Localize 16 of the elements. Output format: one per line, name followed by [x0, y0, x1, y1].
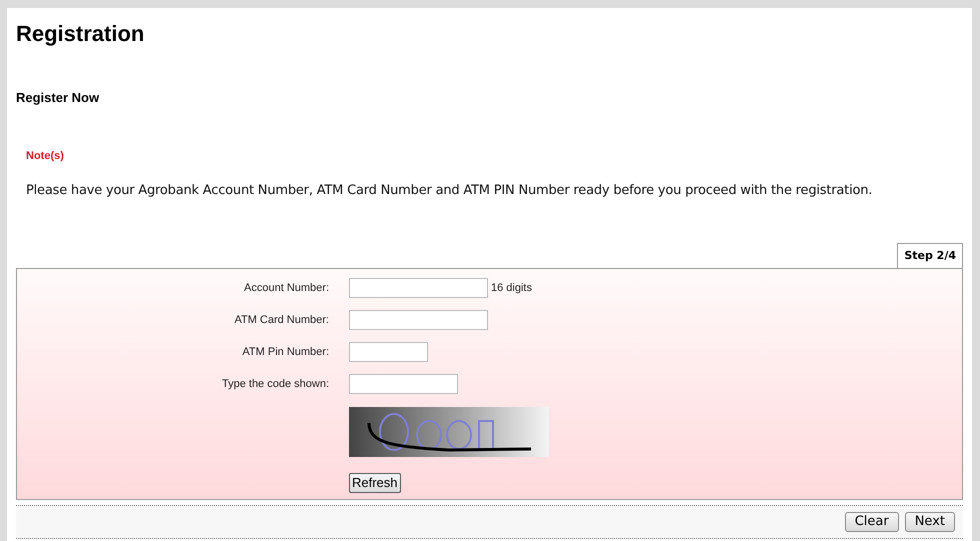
refresh-button[interactable]: Refresh — [349, 473, 401, 493]
field-label: Type the code shown: — [220, 376, 329, 392]
page-title: Registration — [16, 20, 144, 48]
form-button[interactable]: Next — [904, 512, 955, 532]
field-label: ATM Pin Number: — [241, 344, 329, 360]
input-field[interactable] — [349, 310, 488, 330]
input-field[interactable] — [349, 374, 458, 394]
field-hint: 16 digits — [491, 280, 532, 296]
form-button[interactable]: Clear — [844, 512, 899, 532]
field-label: Account Number: — [243, 280, 329, 296]
field-label: ATM Card Number: — [233, 312, 329, 328]
input-field[interactable] — [349, 342, 428, 362]
note-text: Please have your Agrobank Account Number, ATM Card Number and ATM PIN Number ready before you proceed with the registration. — [26, 182, 874, 200]
note-heading: Note(s) — [26, 148, 64, 164]
page-subtitle: Register Now — [16, 89, 100, 107]
input-field[interactable] — [349, 278, 488, 298]
